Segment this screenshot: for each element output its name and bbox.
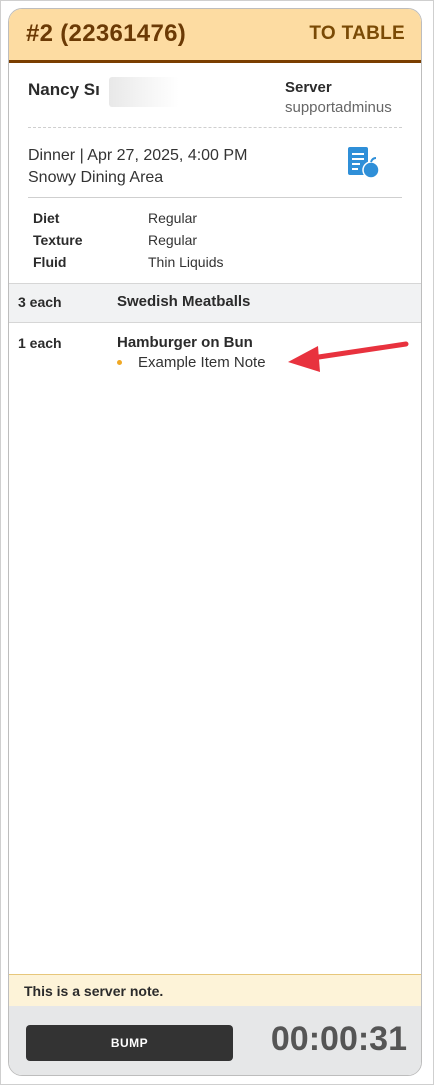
section-divider <box>28 197 402 198</box>
redacted-name-blur <box>109 77 179 107</box>
ticket-footer: BUMP 00:00:31 <box>9 1006 421 1075</box>
server-label: Server <box>285 79 332 96</box>
elapsed-timer: 00:00:31 <box>270 1020 407 1058</box>
to-table-label[interactable]: TO TABLE <box>309 23 405 45</box>
item-quantity: 1 each <box>18 335 62 351</box>
item-quantity: 3 each <box>18 294 62 310</box>
item-name: Swedish Meatballs <box>117 293 251 310</box>
ticket-header: #2 (22361476) TO TABLE <box>9 9 421 63</box>
annotation-arrow-icon <box>288 341 409 372</box>
attribute-label: Fluid <box>33 254 67 270</box>
server-name: supportadminus <box>285 99 392 116</box>
dining-area: Snowy Dining Area <box>28 169 164 186</box>
item-name: Hamburger on Bun <box>117 334 253 351</box>
server-note-bar: This is a server note. <box>9 974 421 1007</box>
bump-button[interactable]: BUMP <box>26 1025 233 1061</box>
meal-info: Dinner | Apr 27, 2025, 4:00 PM <box>28 147 248 164</box>
ticket-number: #2 (22361476) <box>26 20 187 47</box>
attribute-label: Diet <box>33 210 60 226</box>
attribute-value: Regular <box>148 232 198 248</box>
order-ticket-card: #2 (22361476) TO TABLE Nancy Sı Server s… <box>8 8 422 1076</box>
attribute-value: Thin Liquids <box>148 254 224 270</box>
item-note: Example Item Note <box>138 354 266 371</box>
menu-document-icon[interactable] <box>345 145 381 181</box>
section-divider <box>28 127 402 128</box>
attribute-label: Texture <box>33 232 83 248</box>
server-note: This is a server note. <box>24 983 164 999</box>
bullet-icon <box>117 360 122 365</box>
row-divider <box>9 322 421 323</box>
guest-name: Nancy Sı <box>28 80 100 99</box>
attribute-value: Regular <box>148 210 198 226</box>
